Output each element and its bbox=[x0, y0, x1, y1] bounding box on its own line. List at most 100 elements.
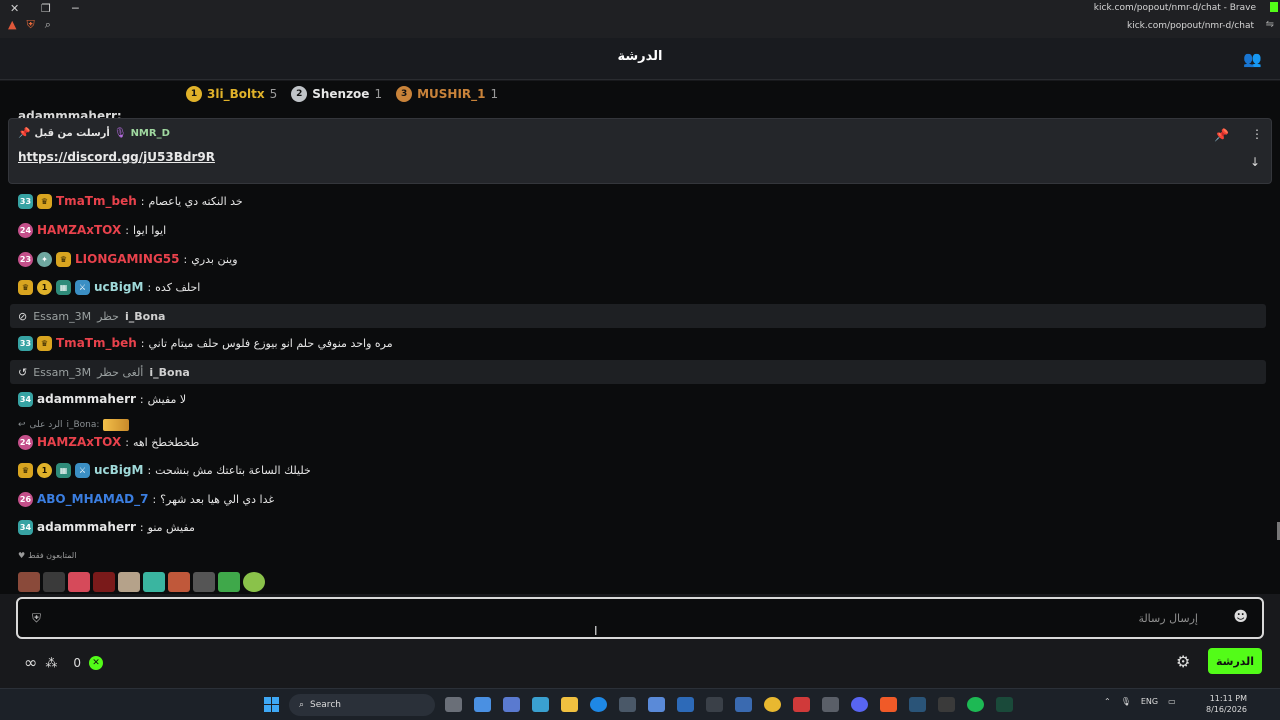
language-indicator[interactable]: ENG bbox=[1141, 697, 1158, 706]
edge-icon[interactable] bbox=[590, 697, 607, 712]
username[interactable]: ucBigM bbox=[94, 280, 143, 294]
capcut-icon[interactable] bbox=[706, 697, 723, 712]
username[interactable]: TmaTm_beh bbox=[56, 194, 137, 208]
network-icon[interactable]: ▭ bbox=[1168, 697, 1176, 706]
brave-rewards-icon[interactable]: ▲ bbox=[8, 18, 16, 32]
username[interactable]: ABO_MHAMAD_7 bbox=[37, 492, 148, 506]
steam-icon[interactable] bbox=[909, 697, 926, 712]
chat-message[interactable]: 24 HAMZAxTOX: طخطخطخ اهه bbox=[18, 433, 199, 451]
username[interactable]: HAMZAxTOX bbox=[37, 435, 121, 449]
emoji-picker-icon[interactable]: ☻ bbox=[1233, 609, 1248, 625]
taskbar-clock[interactable]: 11:11 PM 8/16/2026 bbox=[1206, 693, 1247, 715]
more-options-icon[interactable]: ⋮ bbox=[1251, 127, 1263, 141]
chat-message[interactable]: 34 adammmaherr: لا مفيش bbox=[18, 390, 186, 408]
address-bar[interactable]: kick.com/popout/nmr-d/chat bbox=[1127, 21, 1254, 31]
app-icon[interactable] bbox=[735, 697, 752, 712]
pinned-by-user[interactable]: NMR_D bbox=[131, 128, 170, 139]
emote-icon[interactable] bbox=[68, 572, 90, 592]
emote-icon[interactable] bbox=[18, 572, 40, 592]
username[interactable]: TmaTm_beh bbox=[56, 336, 137, 350]
chat-input[interactable] bbox=[58, 607, 1198, 629]
discord-icon[interactable] bbox=[851, 697, 868, 712]
chrome-icon[interactable] bbox=[764, 697, 781, 712]
mod-target[interactable]: i_Bona bbox=[149, 366, 189, 379]
restore-window-icon[interactable]: ❐ bbox=[41, 2, 51, 15]
emote-icon[interactable] bbox=[168, 572, 190, 592]
unpin-icon[interactable]: 📌 bbox=[1214, 128, 1229, 142]
emote-icon[interactable] bbox=[43, 572, 65, 592]
chat-message[interactable]: 33 ♛ TmaTm_beh: خد النكته دي ياعصام bbox=[18, 192, 243, 210]
mod-name[interactable]: Essam_3M bbox=[33, 366, 91, 379]
app-icon[interactable] bbox=[532, 697, 549, 712]
emote-icon[interactable] bbox=[143, 572, 165, 592]
zoom-icon[interactable]: ⌕ bbox=[45, 18, 51, 32]
message-text: خد النكته دي ياعصام bbox=[148, 194, 243, 208]
taskbar-search[interactable]: ⌕ Search bbox=[289, 694, 435, 716]
emote-icon[interactable] bbox=[93, 572, 115, 592]
app-icon[interactable] bbox=[938, 697, 955, 712]
pinned-link[interactable]: https://discord.gg/jU53Bdr9R bbox=[18, 150, 215, 164]
settings-icon[interactable] bbox=[822, 697, 839, 712]
chevron-up-icon[interactable]: ⌃ bbox=[1104, 697, 1111, 706]
send-chat-button[interactable]: الدرشة bbox=[1208, 648, 1262, 674]
username[interactable]: adammmaherr bbox=[37, 520, 136, 534]
close-window-icon[interactable]: ✕ bbox=[10, 2, 19, 15]
spotify-icon[interactable] bbox=[967, 697, 984, 712]
subscriber-badge: 33 bbox=[18, 335, 33, 351]
chat-message[interactable]: 26 ABO_MHAMAD_7: غدا دي الي هيا بعد شهر؟ bbox=[18, 490, 274, 508]
username[interactable]: LIONGAMING55 bbox=[75, 252, 180, 266]
url-settings-icon[interactable]: ⇋ bbox=[1266, 19, 1274, 30]
points-icon[interactable]: ⁂ bbox=[45, 656, 57, 670]
app-icon[interactable] bbox=[996, 697, 1013, 712]
microphone-icon[interactable]: 🎙 bbox=[1121, 697, 1131, 706]
task-view-icon[interactable] bbox=[445, 697, 462, 712]
subscriber-badge: 34 bbox=[18, 391, 33, 407]
collapse-arrow-icon[interactable]: ↓ bbox=[1250, 155, 1260, 169]
mod-action-row: ⊘ Essam_3M حظر i_Bona bbox=[10, 304, 1266, 328]
leaderboard-count: 1 bbox=[490, 87, 499, 101]
chat-input-box: ⛨ ☻ bbox=[16, 597, 1264, 639]
chat-message[interactable]: ♛ 1 ▦ ⚔ ucBigM: احلف كده bbox=[18, 278, 200, 296]
infinity-icon[interactable]: ∞ bbox=[24, 653, 37, 672]
minimize-window-icon[interactable]: ─ bbox=[72, 2, 79, 15]
emote-icon[interactable] bbox=[118, 572, 140, 592]
widgets-icon[interactable] bbox=[503, 697, 520, 712]
brave-icon[interactable] bbox=[880, 697, 897, 712]
gear-icon[interactable]: ⚙ bbox=[1176, 652, 1190, 671]
chat-message[interactable]: 34 adammmaherr: مفيش منو bbox=[18, 518, 195, 536]
notepad-icon[interactable] bbox=[474, 697, 491, 712]
windows-start-icon[interactable] bbox=[264, 697, 279, 712]
brave-shield-icon[interactable]: ⛨ bbox=[26, 18, 34, 32]
chat-message[interactable]: 33 ♛ TmaTm_beh: مره واحد منوفي حلم انو ب… bbox=[18, 334, 393, 352]
message-text: وينن بدري bbox=[191, 252, 238, 266]
emote-icon[interactable] bbox=[193, 572, 215, 592]
username[interactable]: adammmaherr bbox=[37, 392, 136, 406]
leaderboard-entry[interactable]: 1 3li_Boltx 5 bbox=[186, 86, 277, 102]
message-text: احلف كده bbox=[155, 280, 201, 294]
chat-title: الدرشة bbox=[617, 49, 663, 64]
subscriber-badge: 24 bbox=[18, 222, 33, 238]
app-icon[interactable] bbox=[677, 697, 694, 712]
app-icon[interactable] bbox=[648, 697, 665, 712]
store-icon[interactable] bbox=[619, 697, 636, 712]
mod-target[interactable]: i_Bona bbox=[125, 310, 165, 323]
chat-message[interactable]: 23 ✦ ♛ LIONGAMING55: وينن بدري bbox=[18, 250, 238, 268]
username[interactable]: HAMZAxTOX bbox=[37, 223, 121, 237]
mod-name[interactable]: Essam_3M bbox=[33, 310, 91, 323]
shield-icon[interactable]: ⛨ bbox=[32, 611, 41, 626]
username[interactable]: ucBigM bbox=[94, 463, 143, 477]
leaderboard-count: 5 bbox=[269, 87, 278, 101]
leaderboard-entry[interactable]: 2 Shenzoe 1 bbox=[291, 86, 382, 102]
kick-points-icon[interactable]: ✕ bbox=[88, 655, 103, 670]
chat-message[interactable]: ♛ 1 ▦ ⚔ ucBigM: خليلك الساعة بتاعتك مش ب… bbox=[18, 461, 311, 479]
file-explorer-icon[interactable] bbox=[561, 697, 578, 712]
emote-icon[interactable] bbox=[243, 572, 265, 592]
users-icon[interactable]: 👥 bbox=[1243, 50, 1262, 68]
emote-icon[interactable] bbox=[218, 572, 240, 592]
app-icon[interactable] bbox=[793, 697, 810, 712]
chat-message[interactable]: 24 HAMZAxTOX: ايوا ايوا bbox=[18, 221, 166, 239]
system-tray: ⌃ 🎙 ENG ▭ bbox=[1104, 697, 1176, 706]
leaderboard-entry[interactable]: 3 MUSHIR_1 1 bbox=[396, 86, 498, 102]
mod-verb: حظر bbox=[97, 309, 119, 323]
reply-context[interactable]: ↩ الرد على i_Bona: bbox=[18, 419, 130, 431]
